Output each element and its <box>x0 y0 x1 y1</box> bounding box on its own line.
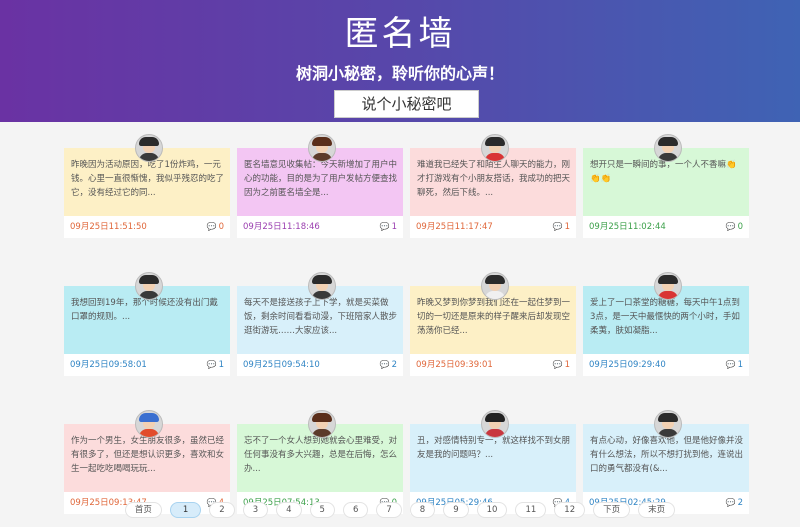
avatar <box>481 272 509 300</box>
comment-count[interactable]: 💬 2 <box>380 354 397 376</box>
post-card[interactable]: 每天不是接送孩子上下学，就是买菜做饭，剩余时间看看动漫，下班陪家人散步逛街游玩…… <box>237 270 403 380</box>
comment-icon: 💬 <box>725 222 736 231</box>
avatar <box>481 410 509 438</box>
comment-count-value: 1 <box>564 360 570 370</box>
comment-count-value: 0 <box>737 222 743 232</box>
avatar <box>135 272 163 300</box>
comment-icon: 💬 <box>206 360 217 369</box>
post-secret-button[interactable]: 说个小秘密吧 <box>334 90 479 118</box>
post-timestamp: 09月25日09:29:40 <box>589 360 666 370</box>
post-timestamp: 09月25日11:17:47 <box>416 222 493 232</box>
avatar <box>654 134 682 162</box>
avatar <box>654 410 682 438</box>
page-button-1[interactable]: 1 <box>169 502 202 518</box>
comment-count-value: 0 <box>218 222 224 232</box>
post-footer: 09月25日09:29:40 💬 1 <box>583 354 749 376</box>
post-timestamp: 09月25日09:54:10 <box>243 360 320 370</box>
post-card[interactable]: 爱上了一口茶堂的糖糖，每天中午1点到3点，是一天中最惬快的两个小时，手如柔荑，肤… <box>583 270 749 380</box>
avatar <box>135 410 163 438</box>
comment-count[interactable]: 💬 1 <box>553 354 570 376</box>
page-button-2[interactable]: 2 <box>209 502 235 518</box>
page-button-4[interactable]: 4 <box>276 502 302 518</box>
post-footer: 09月25日09:58:01 💬 1 <box>64 354 230 376</box>
page-button-10[interactable]: 10 <box>476 502 508 518</box>
post-card[interactable]: 我想回到19年，那个时候还没有出门戴口罩的规则。... 09月25日09:58:0… <box>64 270 230 380</box>
page-button-6[interactable]: 6 <box>342 502 369 518</box>
post-grid: 昨晚因为活动原因，吃了1份炸鸡，一元钱。心里一直很惭愧，我似乎残忍的吃了它，没有… <box>64 132 749 518</box>
comment-icon: 💬 <box>725 360 736 369</box>
comment-count[interactable]: 💬 1 <box>380 216 397 238</box>
first-page-button[interactable]: 首页 <box>124 502 162 518</box>
comment-count-value: 1 <box>564 222 570 232</box>
comment-count-value: 1 <box>218 360 224 370</box>
page-subtitle: 树洞小秘密，聆听你的心声！ <box>295 64 504 83</box>
post-timestamp: 09月25日09:39:01 <box>416 360 493 370</box>
hero-banner: 匿名墙 树洞小秘密，聆听你的心声！ 说个小秘密吧 <box>0 0 800 122</box>
next-page-button[interactable]: 下页 <box>593 502 631 518</box>
page-title: 匿名墙 <box>344 14 456 54</box>
comment-icon: 💬 <box>206 222 217 231</box>
avatar <box>308 272 336 300</box>
comment-count-value: 1 <box>391 222 397 232</box>
post-footer: 09月25日09:39:01 💬 1 <box>410 354 576 376</box>
post-timestamp: 09月25日11:02:44 <box>589 222 666 232</box>
post-timestamp: 09月25日11:51:50 <box>70 222 147 232</box>
post-card[interactable]: 昨晚又梦到你梦到我们还在一起住梦到一切的一切还是原来的样子醒来后却发现空荡荡你已… <box>410 270 576 380</box>
page-button-8[interactable]: 8 <box>409 502 436 518</box>
post-timestamp: 09月25日11:18:46 <box>243 222 320 232</box>
comment-count[interactable]: 💬0 <box>726 216 743 238</box>
page-button-12[interactable]: 12 <box>554 502 586 518</box>
post-card[interactable]: 想开只是一瞬间的事，一个人不香嘛👏👏👏 09月25日11:02:44 💬 0 <box>583 132 749 242</box>
comment-count-value: 1 <box>737 360 743 370</box>
comment-icon: 💬 <box>379 360 390 369</box>
page-button-7[interactable]: 7 <box>376 502 402 518</box>
comment-count[interactable]: 💬0 <box>207 216 224 238</box>
page-button-5[interactable]: 5 <box>309 502 335 518</box>
post-card[interactable]: 匿名墙意见收集帖：今天新增加了用户中心的功能，目的是为了用户发帖方便查找因为之前… <box>237 132 403 242</box>
pagination: 首页 1 2 3 4 5 6 7 8 9 10 11 12 下页 末页 <box>0 502 800 518</box>
avatar <box>308 134 336 162</box>
post-card[interactable]: 难道我已经失了和陌生人聊天的能力，刚才打游戏有个小朋友搭话，我成功的把天聊死，然… <box>410 132 576 242</box>
last-page-button[interactable]: 末页 <box>638 502 676 518</box>
avatar <box>308 410 336 438</box>
comment-count[interactable]: 💬 1 <box>207 354 224 376</box>
post-timestamp: 09月25日09:58:01 <box>70 360 147 370</box>
page-button-9[interactable]: 9 <box>443 502 469 518</box>
comment-count[interactable]: 💬 1 <box>553 216 570 238</box>
comment-icon: 💬 <box>552 360 563 369</box>
comment-icon: 💬 <box>552 222 563 231</box>
post-footer: 09月25日11:51:50 💬 0 <box>64 216 230 238</box>
post-footer: 09月25日11:17:47 💬 1 <box>410 216 576 238</box>
post-card[interactable]: 昨晚因为活动原因，吃了1份炸鸡，一元钱。心里一直很惭愧，我似乎残忍的吃了它，没有… <box>64 132 230 242</box>
page-button-11[interactable]: 11 <box>515 502 547 518</box>
avatar <box>135 134 163 162</box>
avatar <box>654 272 682 300</box>
comment-count[interactable]: 💬 1 <box>726 354 743 376</box>
post-footer: 09月25日11:18:46 💬 1 <box>237 216 403 238</box>
post-footer: 09月25日11:02:44 💬 0 <box>583 216 749 238</box>
post-footer: 09月25日09:54:10 💬 2 <box>237 354 403 376</box>
avatar <box>481 134 509 162</box>
comment-count-value: 2 <box>391 360 397 370</box>
page-button-3[interactable]: 3 <box>242 502 269 518</box>
comment-icon: 💬 <box>379 222 390 231</box>
